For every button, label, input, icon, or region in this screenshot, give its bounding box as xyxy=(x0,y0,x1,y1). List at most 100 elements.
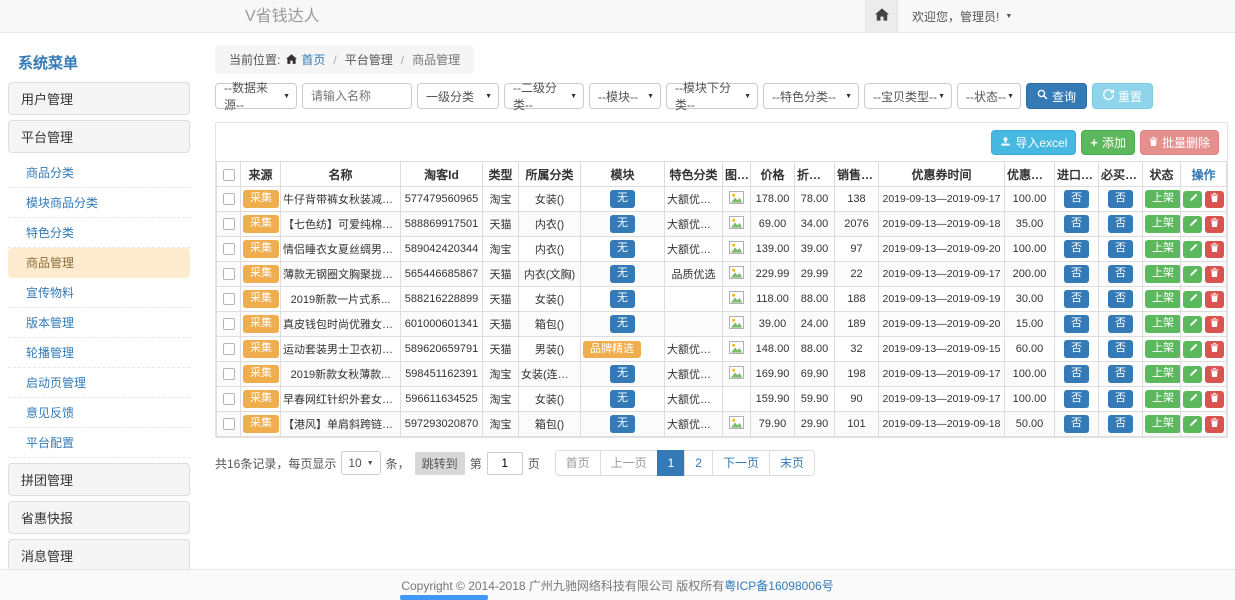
pager-page-1[interactable]: 1 xyxy=(657,450,686,476)
must-buy-badge[interactable]: 否 xyxy=(1108,365,1133,383)
import-select-badge[interactable]: 否 xyxy=(1064,340,1089,358)
status-badge[interactable]: 上架 xyxy=(1145,265,1181,283)
status-badge[interactable]: 上架 xyxy=(1145,365,1181,383)
must-buy-badge[interactable]: 否 xyxy=(1108,415,1133,433)
select-all-checkbox[interactable] xyxy=(223,169,235,181)
batch-delete-button[interactable]: 批量删除 xyxy=(1140,130,1219,155)
edit-button[interactable] xyxy=(1183,391,1202,408)
status-badge[interactable]: 上架 xyxy=(1145,390,1181,408)
status-select[interactable]: --状态--▼ xyxy=(957,83,1021,109)
import-select-badge[interactable]: 否 xyxy=(1064,215,1089,233)
status-badge[interactable]: 上架 xyxy=(1145,340,1181,358)
edit-button[interactable] xyxy=(1183,266,1202,283)
query-button[interactable]: 查询 xyxy=(1026,83,1087,109)
name-input[interactable] xyxy=(302,83,412,109)
delete-button[interactable] xyxy=(1205,341,1224,358)
pager-next[interactable]: 下一页 xyxy=(712,450,770,476)
sidebar-item-carousel-management[interactable]: 轮播管理 xyxy=(8,338,190,368)
row-checkbox[interactable] xyxy=(223,318,235,330)
sidebar-item-module-product-category[interactable]: 模块商品分类 xyxy=(8,188,190,218)
status-badge[interactable]: 上架 xyxy=(1145,290,1181,308)
must-buy-badge[interactable]: 否 xyxy=(1108,390,1133,408)
row-checkbox[interactable] xyxy=(223,218,235,230)
import-select-badge[interactable]: 否 xyxy=(1064,365,1089,383)
must-buy-badge[interactable]: 否 xyxy=(1108,290,1133,308)
must-buy-badge[interactable]: 否 xyxy=(1108,215,1133,233)
sidebar-group-user-management[interactable]: 用户管理 xyxy=(8,82,190,115)
reset-button[interactable]: 重置 xyxy=(1092,83,1153,109)
status-badge[interactable]: 上架 xyxy=(1145,415,1181,433)
status-badge[interactable]: 上架 xyxy=(1145,215,1181,233)
pager-prev[interactable]: 上一页 xyxy=(600,450,658,476)
jump-button[interactable]: 跳转到 xyxy=(415,452,465,475)
module-select[interactable]: --模块--▼ xyxy=(589,83,661,109)
row-checkbox[interactable] xyxy=(223,393,235,405)
import-select-badge[interactable]: 否 xyxy=(1064,265,1089,283)
jump-page-input[interactable] xyxy=(487,452,523,475)
edit-button[interactable] xyxy=(1183,341,1202,358)
row-checkbox[interactable] xyxy=(223,418,235,430)
sidebar-item-feature-category[interactable]: 特色分类 xyxy=(8,218,190,248)
sidebar-item-platform-config[interactable]: 平台配置 xyxy=(8,428,190,458)
delete-button[interactable] xyxy=(1205,291,1224,308)
import-select-badge[interactable]: 否 xyxy=(1064,240,1089,258)
per-page-select[interactable]: 10▼ xyxy=(341,451,380,475)
sidebar-group-platform-management[interactable]: 平台管理 xyxy=(8,120,190,153)
sidebar-group-message-management[interactable]: 消息管理 xyxy=(8,539,190,569)
must-buy-badge[interactable]: 否 xyxy=(1108,315,1133,333)
must-buy-badge[interactable]: 否 xyxy=(1108,265,1133,283)
level1-category-select[interactable]: 一级分类▼ xyxy=(417,83,499,109)
level2-category-select[interactable]: --二级分类--▼ xyxy=(504,83,584,109)
edit-button[interactable] xyxy=(1183,366,1202,383)
delete-button[interactable] xyxy=(1205,241,1224,258)
add-button[interactable]: + 添加 xyxy=(1081,130,1135,155)
import-select-badge[interactable]: 否 xyxy=(1064,315,1089,333)
sidebar-item-feedback[interactable]: 意见反馈 xyxy=(8,398,190,428)
must-buy-badge[interactable]: 否 xyxy=(1108,340,1133,358)
status-badge[interactable]: 上架 xyxy=(1145,315,1181,333)
delete-button[interactable] xyxy=(1205,266,1224,283)
delete-button[interactable] xyxy=(1205,416,1224,433)
module-subcategory-select[interactable]: --模块下分类--▼ xyxy=(666,83,758,109)
import-select-badge[interactable]: 否 xyxy=(1064,190,1089,208)
import-select-badge[interactable]: 否 xyxy=(1064,290,1089,308)
delete-button[interactable] xyxy=(1205,191,1224,208)
sidebar-item-version-management[interactable]: 版本管理 xyxy=(8,308,190,338)
breadcrumb-home-link[interactable]: 首页 xyxy=(286,51,325,68)
user-menu[interactable]: 欢迎您，管理员! ▼ xyxy=(912,8,1012,25)
row-checkbox[interactable] xyxy=(223,293,235,305)
must-buy-badge[interactable]: 否 xyxy=(1108,240,1133,258)
sidebar-item-product-category[interactable]: 商品分类 xyxy=(8,158,190,188)
sidebar-group-express-news[interactable]: 省惠快报 xyxy=(8,501,190,534)
status-badge[interactable]: 上架 xyxy=(1145,190,1181,208)
icp-link[interactable]: 粤ICP备16098006号 xyxy=(724,577,833,594)
status-badge[interactable]: 上架 xyxy=(1145,240,1181,258)
row-checkbox[interactable] xyxy=(223,343,235,355)
must-buy-badge[interactable]: 否 xyxy=(1108,190,1133,208)
row-checkbox[interactable] xyxy=(223,368,235,380)
edit-button[interactable] xyxy=(1183,291,1202,308)
import-excel-button[interactable]: 导入excel xyxy=(991,130,1076,155)
edit-button[interactable] xyxy=(1183,241,1202,258)
pager-first[interactable]: 首页 xyxy=(555,450,601,476)
edit-button[interactable] xyxy=(1183,316,1202,333)
data-source-select[interactable]: --数据来源--▼ xyxy=(215,83,297,109)
sidebar-group-group-buy[interactable]: 拼团管理 xyxy=(8,463,190,496)
edit-button[interactable] xyxy=(1183,416,1202,433)
delete-button[interactable] xyxy=(1205,391,1224,408)
edit-button[interactable] xyxy=(1183,216,1202,233)
row-checkbox[interactable] xyxy=(223,243,235,255)
sidebar-item-product-management[interactable]: 商品管理 xyxy=(8,248,190,278)
delete-button[interactable] xyxy=(1205,216,1224,233)
pager-last[interactable]: 末页 xyxy=(769,450,815,476)
item-type-select[interactable]: --宝贝类型--▼ xyxy=(864,83,952,109)
delete-button[interactable] xyxy=(1205,316,1224,333)
import-select-badge[interactable]: 否 xyxy=(1064,415,1089,433)
row-checkbox[interactable] xyxy=(223,193,235,205)
import-select-badge[interactable]: 否 xyxy=(1064,390,1089,408)
horizontal-scrollbar-thumb[interactable] xyxy=(400,595,488,600)
sidebar-item-splash-management[interactable]: 启动页管理 xyxy=(8,368,190,398)
sidebar-item-promo-materials[interactable]: 宣传物料 xyxy=(8,278,190,308)
row-checkbox[interactable] xyxy=(223,268,235,280)
home-button[interactable] xyxy=(865,0,898,32)
